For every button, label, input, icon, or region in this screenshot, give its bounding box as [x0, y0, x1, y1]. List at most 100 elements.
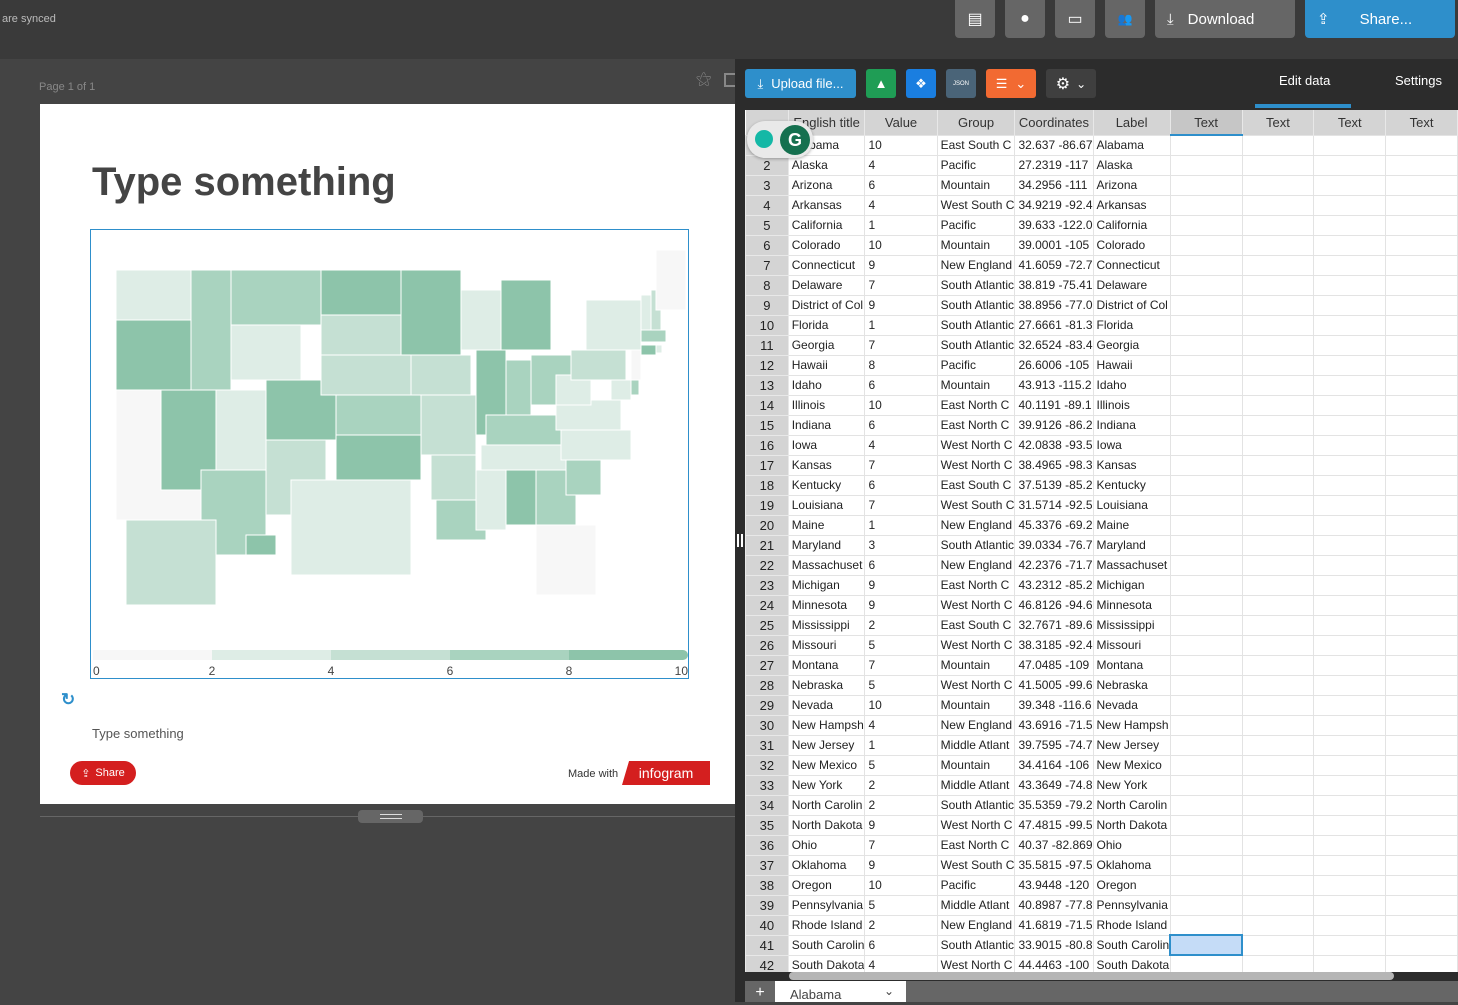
grid-cell[interactable]: 40.8987 -77.8: [1014, 894, 1094, 916]
grid-cell[interactable]: Rhode Island: [787, 914, 866, 936]
grid-cell[interactable]: 39.633 -122.0: [1014, 214, 1094, 236]
grid-cell[interactable]: 40.37 -82.869: [1014, 834, 1094, 856]
row-number[interactable]: 19: [745, 494, 789, 516]
grid-cell[interactable]: 27.2319 -117: [1014, 154, 1094, 176]
grid-cell[interactable]: California: [1092, 214, 1171, 236]
grid-cell[interactable]: [1241, 634, 1315, 656]
grid-cell[interactable]: [1241, 274, 1315, 296]
grid-cell[interactable]: Pacific: [936, 354, 1016, 376]
json-button[interactable]: JSON: [946, 69, 976, 98]
grid-cell[interactable]: East North C: [936, 394, 1016, 416]
grid-cell[interactable]: 2: [864, 794, 938, 816]
grid-cell[interactable]: 7: [864, 454, 938, 476]
grid-cell[interactable]: 4: [864, 434, 938, 456]
row-number[interactable]: 9: [745, 294, 789, 316]
grid-cell[interactable]: 40.1191 -89.1: [1014, 394, 1094, 416]
grid-cell[interactable]: [1385, 454, 1458, 476]
grid-cell[interactable]: [1385, 774, 1458, 796]
grid-cell[interactable]: Nevada: [787, 694, 866, 716]
grid-cell[interactable]: 43.2312 -85.2: [1014, 574, 1094, 596]
grid-cell[interactable]: [1241, 474, 1315, 496]
grid-cell[interactable]: [1385, 154, 1458, 176]
grid-cell[interactable]: Middle Atlant: [936, 734, 1016, 756]
subtitle[interactable]: Type something: [92, 726, 184, 741]
grid-cell[interactable]: East North C: [936, 834, 1016, 856]
grid-cell[interactable]: [1385, 654, 1458, 676]
grid-cell[interactable]: North Carolin: [1092, 794, 1171, 816]
row-number[interactable]: 14: [745, 394, 789, 416]
grid-cell[interactable]: 8: [864, 354, 938, 376]
grid-cell[interactable]: 4: [864, 714, 938, 736]
grid-cell[interactable]: Arizona: [1092, 174, 1171, 196]
grid-cell[interactable]: New England: [936, 914, 1016, 936]
grid-cell[interactable]: [1169, 274, 1243, 296]
grid-cell[interactable]: [1313, 294, 1387, 316]
grid-cell[interactable]: [1241, 414, 1315, 436]
grid-cell[interactable]: East North C: [936, 574, 1016, 596]
grid-cell[interactable]: South Atlantic: [936, 274, 1016, 296]
grid-cell[interactable]: Alaska: [787, 154, 866, 176]
grid-cell[interactable]: [1169, 394, 1243, 416]
grid-cell[interactable]: [1385, 274, 1458, 296]
grid-cell[interactable]: [1241, 774, 1315, 796]
grid-cell[interactable]: New Mexico: [1092, 754, 1171, 776]
grid-cell[interactable]: 4: [864, 154, 938, 176]
grid-cell[interactable]: [1313, 534, 1387, 556]
grid-cell[interactable]: [1169, 294, 1243, 316]
grid-cell[interactable]: [1313, 434, 1387, 456]
grid-cell[interactable]: [1241, 794, 1315, 816]
grid-cell[interactable]: 35.5359 -79.2: [1014, 794, 1094, 816]
grid-cell[interactable]: Maine: [787, 514, 866, 536]
grid-cell[interactable]: 10: [864, 874, 938, 896]
grid-cell[interactable]: [1169, 834, 1243, 856]
row-number[interactable]: 36: [745, 834, 789, 856]
grid-cell[interactable]: 31.5714 -92.5: [1014, 494, 1094, 516]
grid-cell[interactable]: [1169, 334, 1243, 356]
state-texas[interactable]: [290, 479, 412, 576]
row-number[interactable]: 5: [745, 214, 789, 236]
grid-cell[interactable]: [1241, 134, 1315, 156]
grid-cell[interactable]: [1241, 694, 1315, 716]
grid-cell[interactable]: 5: [864, 754, 938, 776]
grid-cell[interactable]: [1241, 294, 1315, 316]
grid-cell[interactable]: South Dakota: [787, 954, 866, 972]
state-mississippi[interactable]: [475, 469, 507, 531]
grid-cell[interactable]: [1385, 394, 1458, 416]
grid-cell[interactable]: [1169, 734, 1243, 756]
grid-cell[interactable]: [1313, 134, 1387, 156]
grid-cell[interactable]: [1241, 554, 1315, 576]
grid-cell[interactable]: West North C: [936, 674, 1016, 696]
grid-cell[interactable]: 9: [864, 854, 938, 876]
grid-cell[interactable]: [1169, 554, 1243, 576]
state-delaware[interactable]: [630, 379, 640, 396]
grid-cell[interactable]: 38.8956 -77.0: [1014, 294, 1094, 316]
row-number[interactable]: 16: [745, 434, 789, 456]
grid-cell[interactable]: [1385, 934, 1458, 956]
grid-cell[interactable]: [1241, 314, 1315, 336]
grid-cell[interactable]: [1313, 854, 1387, 876]
grid-cell[interactable]: [1169, 714, 1243, 736]
grid-cell[interactable]: Maryland: [1092, 534, 1171, 556]
grid-cell[interactable]: [1169, 494, 1243, 516]
row-number[interactable]: 29: [745, 694, 789, 716]
grid-cell[interactable]: California: [787, 214, 866, 236]
grid-cell[interactable]: 42.0838 -93.5: [1014, 434, 1094, 456]
column-header[interactable]: Coordinates: [1014, 110, 1094, 135]
grid-cell[interactable]: Mississippi: [1092, 614, 1171, 636]
google-drive-button[interactable]: ▲: [866, 69, 896, 98]
row-number[interactable]: 22: [745, 554, 789, 576]
grid-cell[interactable]: Nevada: [1092, 694, 1171, 716]
grid-cell[interactable]: [1169, 634, 1243, 656]
row-number[interactable]: 41: [745, 934, 789, 956]
comment-button[interactable]: ●: [1005, 0, 1045, 38]
row-number[interactable]: 11: [745, 334, 789, 356]
grid-cell[interactable]: [1385, 734, 1458, 756]
grid-cell[interactable]: [1385, 494, 1458, 516]
grid-cell[interactable]: Nebraska: [1092, 674, 1171, 696]
grid-cell[interactable]: [1385, 214, 1458, 236]
grid-cell[interactable]: Missouri: [1092, 634, 1171, 656]
row-number[interactable]: 34: [745, 794, 789, 816]
grid-cell[interactable]: [1169, 654, 1243, 676]
state-rhode-island[interactable]: [655, 344, 663, 354]
grid-cell[interactable]: Iowa: [1092, 434, 1171, 456]
